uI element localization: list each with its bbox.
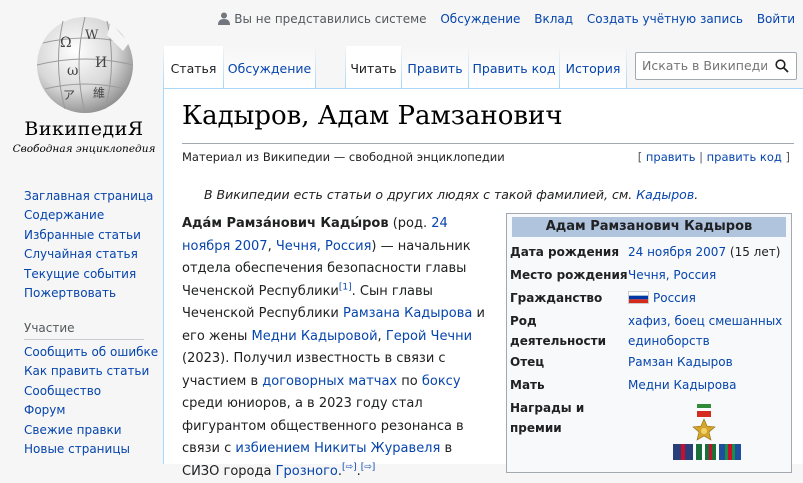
search-input[interactable]	[642, 58, 767, 73]
infobox-citizenship-link[interactable]: Россия	[653, 291, 696, 305]
sidebar-item-report-error[interactable]: Сообщить об ошибке	[24, 343, 158, 362]
infobox-label-birth-date: Дата рождения	[510, 245, 620, 259]
article-lead-paragraph: Ада́м Рамза́нович Кады́ров (род. 24 нояб…	[182, 213, 486, 483]
grozny-link[interactable]: Грозного	[276, 464, 338, 479]
hatnote-end: .	[694, 187, 699, 202]
user-icon	[218, 12, 231, 25]
infobox-value-birth-date: 24 ноября 2007 (15 лет)	[628, 242, 788, 262]
infobox-value-mother: Медни Кадырова	[628, 375, 788, 395]
sidebar-item-new-pages[interactable]: Новые страницы	[24, 440, 158, 459]
search-box	[635, 52, 797, 80]
sidebar-navigation: Заглавная страница Содержание Избранные …	[24, 187, 153, 303]
globe-glyph: Ω	[60, 35, 72, 51]
hero-of-chechnya-link[interactable]: Герой Чечни	[386, 329, 472, 344]
reference-1[interactable]: [1]	[339, 282, 352, 292]
sidebar-item-featured[interactable]: Избранные статьи	[24, 226, 153, 245]
hatnote-text: В Википедии есть статьи о других людях с…	[204, 187, 637, 202]
infobox-birth-date-link[interactable]: 24 ноября 2007	[628, 245, 726, 259]
infobox-label-awards: Награды и премии	[510, 401, 585, 435]
infobox-birth-place-link[interactable]: Чечня, Россия	[628, 268, 716, 282]
globe-glyph: 維	[93, 86, 105, 100]
infobox-age: (15 лет)	[726, 245, 781, 259]
create-account-link[interactable]: Создать учётную запись	[587, 12, 743, 26]
infobox: Адам Рамзанович Кадыров Дата рождения 24…	[506, 213, 792, 473]
infobox-label-father: Отец	[510, 355, 545, 369]
globe-glyph: ω	[67, 63, 78, 79]
infobox-mother-link[interactable]: Медни Кадырова	[628, 378, 737, 392]
sidebar-item-help-editing[interactable]: Как править статьи	[24, 362, 158, 381]
match-fixing-link[interactable]: договорных матчах	[262, 374, 397, 389]
globe-glyph: ア	[63, 88, 75, 102]
subject-name: Ада́м Рамза́нович Кады́ров	[182, 216, 389, 231]
logo-tagline: Свободная энциклопедия	[12, 143, 156, 155]
infobox-value-birth-place: Чечня, Россия	[628, 265, 788, 285]
globe-glyph: И	[95, 55, 107, 71]
site-subtitle: Материал из Википедии — свободной энцикл…	[182, 150, 505, 164]
hatnote: В Википедии есть статьи о других людях с…	[204, 187, 698, 202]
edit-bracket-close: ]	[781, 150, 790, 164]
infobox-title: Адам Рамзанович Кадыров	[512, 217, 786, 237]
hatnote-link[interactable]: Кадыров	[636, 187, 694, 202]
tab-discussion[interactable]: Обсуждение	[224, 46, 315, 88]
boxing-link[interactable]: боксу	[422, 374, 461, 389]
section-edit-links: [ править | править код ]	[638, 150, 790, 164]
tab-article[interactable]: Статья	[164, 46, 223, 88]
edit-source-link[interactable]: править код	[707, 150, 782, 164]
infobox-label-birth-place: Место рождения	[510, 268, 628, 282]
tab-edit[interactable]: Править	[402, 46, 468, 88]
not-logged-in-text: Вы не представились системе	[234, 12, 427, 26]
edit-links-separator: |	[695, 150, 707, 164]
sidebar-item-forum[interactable]: Форум	[24, 401, 158, 420]
sidebar-heading-participation: Участие	[24, 321, 75, 335]
order-ribbon-icons[interactable]	[673, 442, 743, 462]
infobox-occupation-link[interactable]: хафиз, боец смешанных единоборств	[628, 314, 782, 348]
wikipedia-logo[interactable]: Ω W И ω ア 維 ВикипедиЯ Свободная энциклоп…	[0, 0, 160, 160]
search-icon[interactable]	[775, 59, 789, 73]
infobox-value-occupation: хафиз, боец смешанных единоборств	[628, 311, 788, 351]
sidebar-item-recent-changes[interactable]: Свежие правки	[24, 421, 158, 440]
body-text: по	[397, 373, 422, 389]
sidebar-item-current-events[interactable]: Текущие события	[24, 265, 153, 284]
tab-separator	[315, 46, 316, 88]
login-link[interactable]: Войти	[757, 12, 795, 26]
tab-read[interactable]: Читать	[346, 46, 401, 88]
hero-medal-icon[interactable]	[691, 404, 717, 446]
edit-link[interactable]: править	[646, 150, 696, 164]
personal-tools: Вы не представились системе Обсуждение В…	[218, 12, 795, 26]
personal-talk-link[interactable]: Обсуждение	[440, 12, 520, 26]
infobox-label-occupation: Род деятельности	[510, 314, 607, 348]
sidebar-item-main-page[interactable]: Заглавная страница	[24, 187, 153, 206]
content-area: Кадыров, Адам Рамзанович Материал из Вик…	[163, 88, 803, 479]
sidebar-item-community[interactable]: Сообщество	[24, 382, 158, 401]
father-link[interactable]: Рамзана Кадырова	[343, 306, 472, 321]
tab-history[interactable]: История	[560, 46, 626, 88]
edit-bracket-open: [	[637, 150, 646, 164]
beating-link[interactable]: избиением Никиты Журавеля	[235, 441, 440, 456]
infobox-value-citizenship: Россия	[628, 288, 788, 308]
personal-contributions-link[interactable]: Вклад	[534, 12, 573, 26]
sidebar-item-donate[interactable]: Пожертвовать	[24, 284, 153, 303]
sidebar-item-random[interactable]: Случайная статья	[24, 245, 153, 264]
puzzle-globe-icon: Ω W И ω ア 維	[36, 16, 134, 114]
russia-flag-icon	[628, 291, 649, 304]
title-divider	[182, 143, 794, 144]
body-text: ,	[377, 328, 386, 344]
sidebar-participation: Сообщить об ошибке Как править статьи Со…	[24, 343, 158, 459]
logo-wordmark: ВикипедиЯ	[24, 118, 144, 140]
sidebar-item-contents[interactable]: Содержание	[24, 206, 153, 225]
body-text: ,	[267, 238, 276, 254]
infobox-label-citizenship: Гражданство	[510, 291, 603, 305]
tab-edit-source[interactable]: Править код	[469, 46, 559, 88]
tab-separator	[626, 46, 627, 88]
page-title: Кадыров, Адам Рамзанович	[182, 101, 563, 131]
mother-link[interactable]: Медни Кадыровой	[252, 329, 378, 344]
globe-glyph: W	[85, 28, 99, 43]
sidebar-divider	[24, 339, 144, 340]
infobox-value-father: Рамзан Кадыров	[628, 352, 788, 372]
infobox-father-link[interactable]: Рамзан Кадыров	[628, 355, 733, 369]
birth-place-link[interactable]: Чечня, Россия	[276, 239, 372, 254]
infobox-label-mother: Мать	[510, 378, 545, 392]
body-text: (род.	[388, 216, 432, 231]
